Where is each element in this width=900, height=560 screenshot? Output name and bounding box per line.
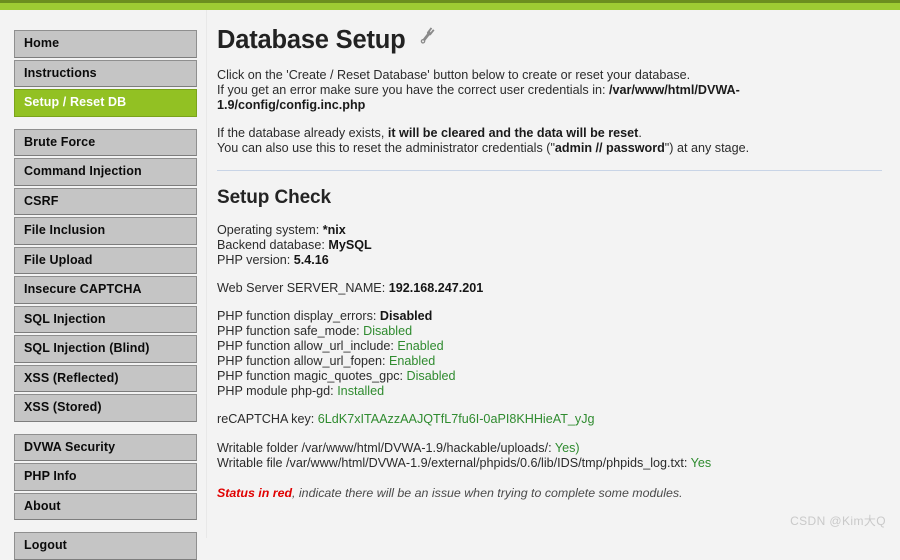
main-content: Database Setup Click on the 'Create / Re…	[207, 10, 900, 538]
check-value: 5.4.16	[293, 252, 329, 267]
intro-paragraph-2: If the database already exists, it will …	[217, 126, 882, 156]
intro-line-3-prefix: If the database already exists,	[217, 126, 388, 141]
server-info-block: Web Server SERVER_NAME: 192.168.247.201	[217, 281, 882, 296]
check-value: Enabled	[397, 339, 444, 354]
check-label: Backend database:	[217, 237, 329, 252]
sidebar-item-home[interactable]: Home	[14, 30, 197, 58]
sidebar-group-2: DVWA Security PHP Info About	[14, 433, 197, 520]
check-label: PHP function display_errors:	[217, 308, 380, 323]
php-settings-block: PHP function display_errors: Disabled PHP…	[217, 309, 882, 400]
sidebar-item-sql-injection[interactable]: SQL Injection	[14, 305, 197, 333]
intro-line-4-prefix: You can also use this to reset the admin…	[217, 141, 555, 156]
check-label: reCAPTCHA key:	[217, 412, 318, 427]
check-value: Yes)	[554, 440, 580, 455]
check-label: PHP function allow_url_include:	[217, 339, 398, 354]
sidebar-item-setup-reset-db[interactable]: Setup / Reset DB	[14, 89, 197, 117]
check-label: Writable folder /var/www/html/DVWA-1.9/h…	[217, 440, 555, 455]
check-value: MySQL	[328, 237, 372, 252]
sidebar-item-php-info[interactable]: PHP Info	[14, 463, 197, 491]
sidebar-item-insecure-captcha[interactable]: Insecure CAPTCHA	[14, 276, 197, 304]
sidebar-item-file-inclusion[interactable]: File Inclusion	[14, 217, 197, 245]
top-accent-bar	[0, 0, 900, 10]
writable-paths-block: Writable folder /var/www/html/DVWA-1.9/h…	[217, 441, 882, 471]
intro-line-4-suffix: ") at any stage.	[664, 141, 750, 156]
sidebar-group-1: Brute Force Command Injection CSRF File Inc…	[14, 128, 197, 422]
sidebar-item-xss-reflected[interactable]: XSS (Reflected)	[14, 364, 197, 392]
sidebar-group-0: Home Instructions Setup / Reset DB	[14, 30, 197, 117]
check-label: Writable file /var/www/html/DVWA-1.9/ext…	[217, 455, 691, 470]
intro-line-2-prefix: If you get an error make sure you have t…	[217, 83, 609, 98]
status-note-rest: , indicate there will be an issue when t…	[292, 485, 683, 500]
page-body: Home Instructions Setup / Reset DB Brute Fo…	[0, 10, 900, 560]
default-credentials: admin // password	[554, 141, 665, 156]
sidebar-item-logout[interactable]: Logout	[14, 532, 197, 560]
page-title-text: Database Setup	[217, 26, 406, 54]
section-divider	[217, 169, 882, 171]
page-title: Database Setup	[217, 24, 882, 54]
sidebar-nav: Home Instructions Setup / Reset DB Brute Fo…	[0, 10, 207, 560]
system-info-block: Operating system: *nix Backend database: …	[217, 223, 882, 268]
intro-line-3-bold: it will be cleared and the data will be …	[387, 126, 639, 141]
check-label: PHP function magic_quotes_gpc:	[217, 369, 407, 384]
check-value: 192.168.247.201	[388, 280, 484, 295]
sidebar-item-sql-injection-blind[interactable]: SQL Injection (Blind)	[14, 335, 197, 363]
check-value: Disabled	[406, 369, 456, 384]
check-label: PHP function allow_url_fopen:	[217, 354, 389, 369]
check-value: Disabled	[379, 308, 433, 323]
wrench-icon	[415, 24, 437, 52]
intro-line-1: Click on the 'Create / Reset Database' b…	[217, 68, 691, 83]
check-value: *nix	[322, 222, 346, 237]
check-value: Enabled	[389, 354, 436, 369]
status-note-red: Status in red	[217, 485, 293, 500]
check-value: Yes	[690, 455, 712, 470]
check-label: PHP function safe_mode:	[217, 323, 364, 338]
check-value: Installed	[337, 384, 385, 399]
sidebar-item-about[interactable]: About	[14, 492, 197, 520]
check-label: PHP version:	[217, 252, 294, 267]
sidebar-item-instructions[interactable]: Instructions	[14, 59, 197, 87]
watermark: CSDN @Kim大Q	[790, 514, 886, 528]
check-value: Disabled	[363, 323, 413, 338]
sidebar-group-3: Logout	[14, 532, 197, 560]
intro-line-3-suffix: .	[638, 126, 642, 141]
check-label: PHP module php-gd:	[217, 384, 338, 399]
sidebar-item-xss-stored[interactable]: XSS (Stored)	[14, 394, 197, 422]
sidebar-item-command-injection[interactable]: Command Injection	[14, 158, 197, 186]
check-value: 6LdK7xITAAzzAAJQTfL7fu6I-0aPI8KHHieAT_yJ…	[317, 412, 595, 427]
sidebar-item-csrf[interactable]: CSRF	[14, 187, 197, 215]
recaptcha-block: reCAPTCHA key: 6LdK7xITAAzzAAJQTfL7fu6I-…	[217, 412, 882, 427]
status-note: Status in red, indicate there will be an…	[217, 486, 882, 501]
intro-paragraph-1: Click on the 'Create / Reset Database' b…	[217, 68, 882, 113]
check-label: Web Server SERVER_NAME:	[217, 280, 389, 295]
check-label: Operating system:	[217, 222, 323, 237]
sidebar-item-brute-force[interactable]: Brute Force	[14, 128, 197, 156]
sidebar-item-dvwa-security[interactable]: DVWA Security	[14, 433, 197, 461]
setup-check-heading: Setup Check	[217, 186, 331, 208]
sidebar-item-file-upload[interactable]: File Upload	[14, 246, 197, 274]
